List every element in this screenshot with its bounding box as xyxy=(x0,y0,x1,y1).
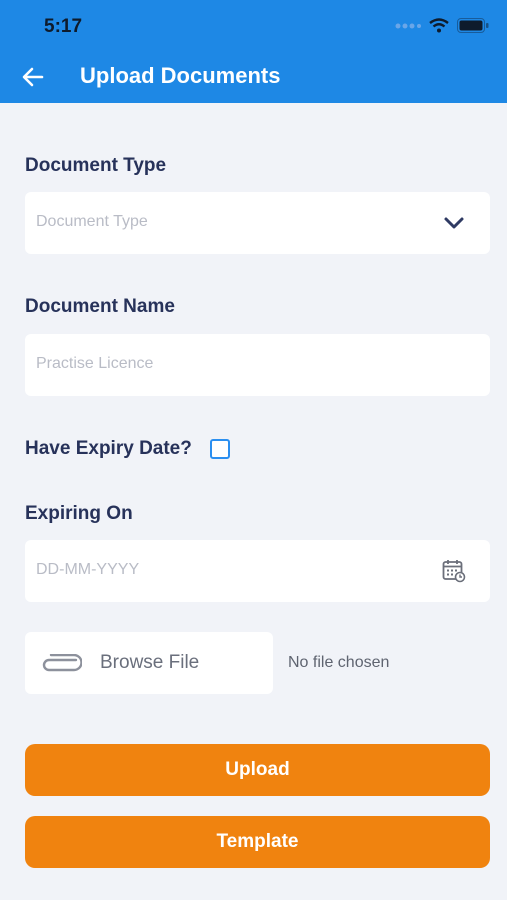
expiry-date-field[interactable]: DD-MM-YYYY xyxy=(25,540,490,602)
expiring-on-label: Expiring On xyxy=(25,503,133,524)
status-icons xyxy=(395,18,489,33)
document-name-field[interactable]: Practise Licence xyxy=(25,334,490,396)
document-type-label: Document Type xyxy=(25,155,167,176)
calendar-icon[interactable] xyxy=(442,559,466,583)
document-name-placeholder: Practise Licence xyxy=(36,355,154,372)
document-type-placeholder: Document Type xyxy=(36,213,148,230)
header: 5:17 Upload Documents xyxy=(0,0,507,103)
page-title: Upload Documents xyxy=(80,63,281,88)
wifi-icon xyxy=(429,18,449,33)
upload-button[interactable]: Upload xyxy=(25,744,490,796)
expiry-checkbox[interactable] xyxy=(210,439,230,459)
browse-file-button[interactable]: Browse File xyxy=(25,632,273,694)
paperclip-icon xyxy=(42,654,82,672)
battery-icon xyxy=(457,18,489,33)
signal-icon xyxy=(395,23,421,28)
app-bar: Upload Documents xyxy=(0,50,507,103)
browse-file-label: Browse File xyxy=(100,652,200,673)
chevron-down-icon[interactable] xyxy=(443,215,465,231)
expiry-label: Have Expiry Date? xyxy=(25,438,192,459)
document-name-label: Document Name xyxy=(25,296,175,317)
back-arrow-icon[interactable] xyxy=(18,62,48,92)
document-type-select[interactable]: Document Type xyxy=(25,192,490,254)
file-status: No file chosen xyxy=(288,654,390,671)
status-time: 5:17 xyxy=(44,16,83,37)
template-button[interactable]: Template xyxy=(25,816,490,868)
expiry-date-placeholder: DD-MM-YYYY xyxy=(36,561,140,578)
status-bar: 5:17 xyxy=(0,0,507,50)
